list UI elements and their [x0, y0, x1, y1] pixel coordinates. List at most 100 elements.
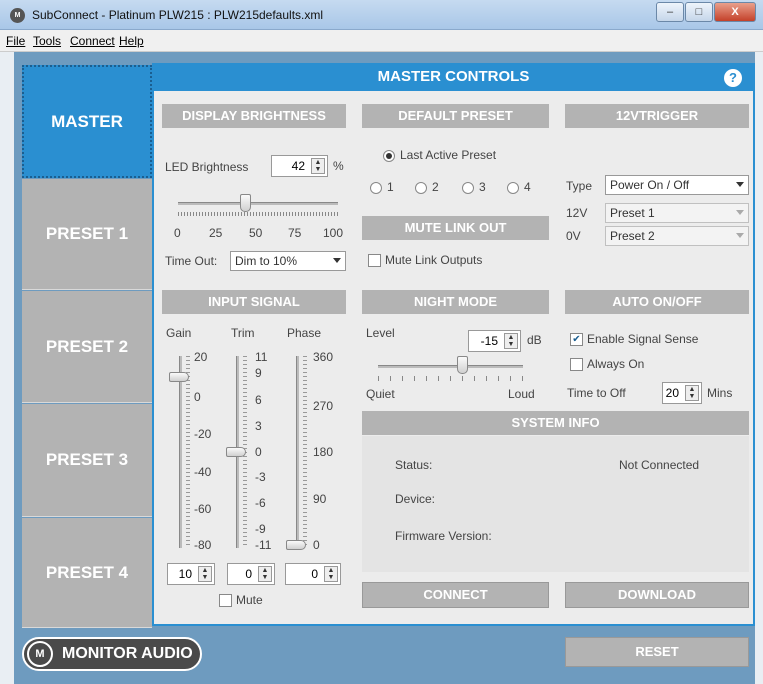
stepper-arrows-icon[interactable]: ▲ ▼	[504, 333, 518, 349]
trim-scale-minus3: -3	[255, 470, 266, 484]
mute-link-checkbox[interactable]	[368, 254, 381, 267]
gain-scale-0: 0	[194, 390, 201, 404]
menu-tools[interactable]: Tools	[33, 34, 61, 48]
phase-value: 0	[311, 567, 318, 581]
scale-25: 25	[209, 226, 223, 240]
trim-scale-9: 9	[255, 366, 262, 380]
preset-1-radio[interactable]	[370, 182, 382, 194]
tab-preset-4[interactable]: PRESET 4	[22, 518, 152, 628]
phase-label: Phase	[287, 326, 322, 340]
minimize-button[interactable]: –	[656, 2, 684, 22]
night-slider-ticks	[378, 376, 523, 381]
trigger-type-value: Power On / Off	[610, 178, 690, 192]
gain-ticks	[186, 356, 190, 548]
gain-slider-track[interactable]	[179, 356, 182, 548]
download-button[interactable]: DOWNLOAD	[565, 582, 749, 608]
gain-stepper[interactable]: 10 ▲ ▼	[167, 563, 215, 585]
chevron-down-icon	[333, 258, 341, 263]
left-border	[0, 52, 14, 684]
always-on-checkbox[interactable]	[570, 358, 583, 371]
menu-help[interactable]: Help	[119, 34, 144, 48]
scale-75: 75	[288, 226, 302, 240]
trigger-0v-value: Preset 2	[610, 229, 655, 243]
trim-value: 0	[245, 567, 252, 581]
last-active-radio[interactable]	[383, 150, 395, 162]
tab-preset-3[interactable]: PRESET 3	[22, 404, 152, 517]
gain-scale-minus80: -80	[194, 538, 212, 552]
preset-3-radio[interactable]	[462, 182, 474, 194]
menu-file[interactable]: File	[6, 34, 25, 48]
night-level-stepper[interactable]: -15 ▲ ▼	[468, 330, 521, 352]
mute-label: Mute	[236, 593, 263, 607]
last-active-label: Last Active Preset	[400, 148, 497, 162]
time-to-off-stepper[interactable]: 20 ▲ ▼	[662, 382, 702, 404]
tab-preset-2[interactable]: PRESET 2	[22, 291, 152, 403]
trim-scale-11: 11	[255, 350, 268, 364]
led-brightness-stepper[interactable]: 42 ▲ ▼	[271, 155, 328, 177]
stepper-arrows-icon[interactable]: ▲ ▼	[198, 566, 212, 582]
led-brightness-label: LED Brightness	[165, 160, 249, 174]
timeout-label: Time Out:	[165, 254, 218, 268]
led-brightness-slider-track[interactable]	[178, 202, 338, 205]
chevron-down-icon	[736, 182, 744, 187]
phase-stepper[interactable]: 0 ▲ ▼	[285, 563, 341, 585]
stepper-arrows-icon[interactable]: ▲ ▼	[311, 158, 325, 174]
preset-1-label: 1	[387, 180, 394, 194]
phase-slider-thumb[interactable]	[286, 540, 306, 550]
trim-scale-minus6: -6	[255, 496, 266, 510]
stepper-arrows-icon[interactable]: ▲ ▼	[258, 566, 272, 582]
mute-link-label: Mute Link Outputs	[385, 253, 483, 267]
maximize-button[interactable]: □	[685, 2, 713, 22]
led-brightness-slider-thumb[interactable]	[240, 194, 251, 212]
night-level-unit: dB	[527, 333, 542, 347]
always-on-label: Always On	[587, 357, 645, 371]
display-brightness-heading: DISPLAY BRIGHTNESS	[162, 104, 346, 128]
night-level-label: Level	[366, 326, 395, 340]
menu-connect[interactable]: Connect	[70, 34, 115, 48]
preset-2-radio[interactable]	[415, 182, 427, 194]
phase-scale-0: 0	[313, 538, 320, 552]
trigger-12v-select[interactable]: Preset 1	[605, 203, 749, 223]
gain-slider-thumb[interactable]	[169, 372, 189, 382]
trigger-12v-value: Preset 1	[610, 206, 655, 220]
phase-scale-270: 270	[313, 399, 334, 413]
trim-slider-thumb[interactable]	[226, 447, 246, 457]
night-level-slider-thumb[interactable]	[457, 356, 468, 374]
trigger-0v-select[interactable]: Preset 2	[605, 226, 749, 246]
preset-4-radio[interactable]	[507, 182, 519, 194]
phase-slider-track[interactable]	[296, 356, 299, 548]
scale-0: 0	[174, 226, 181, 240]
phase-scale-90: 90	[313, 492, 327, 506]
trigger-type-select[interactable]: Power On / Off	[605, 175, 749, 195]
quiet-label: Quiet	[366, 387, 395, 401]
tab-preset-1[interactable]: PRESET 1	[22, 179, 152, 290]
stepper-arrows-icon[interactable]: ▲ ▼	[685, 385, 699, 401]
trim-scale-0: 0	[255, 445, 262, 459]
right-border	[755, 52, 763, 684]
trigger-type-label: Type	[566, 179, 593, 193]
night-level-value: -15	[480, 334, 498, 348]
time-to-off-unit: Mins	[707, 386, 733, 400]
loud-label: Loud	[508, 387, 535, 401]
close-button[interactable]: X	[714, 2, 756, 22]
trim-stepper[interactable]: 0 ▲ ▼	[227, 563, 275, 585]
stepper-arrows-icon[interactable]: ▲ ▼	[324, 566, 338, 582]
trim-label: Trim	[231, 326, 255, 340]
timeout-value: Dim to 10%	[235, 254, 298, 268]
scale-50: 50	[249, 226, 263, 240]
input-signal-heading: INPUT SIGNAL	[162, 290, 346, 314]
reset-button[interactable]: RESET	[565, 637, 749, 667]
led-brightness-unit: %	[333, 159, 344, 173]
led-slider-ticks	[178, 212, 338, 216]
app-logo-icon[interactable]: M	[10, 8, 25, 23]
tab-master[interactable]: MASTER	[22, 65, 152, 178]
mute-checkbox[interactable]	[219, 594, 232, 607]
gain-value: 10	[178, 567, 192, 581]
trim-scale-6: 6	[255, 393, 262, 407]
help-icon[interactable]: ?	[724, 69, 742, 87]
timeout-select[interactable]: Dim to 10%	[230, 251, 346, 271]
night-level-slider-track[interactable]	[378, 365, 523, 368]
preset-4-label: 4	[524, 180, 531, 194]
signal-sense-checkbox[interactable]: ✔	[570, 333, 583, 346]
connect-button[interactable]: CONNECT	[362, 582, 549, 608]
